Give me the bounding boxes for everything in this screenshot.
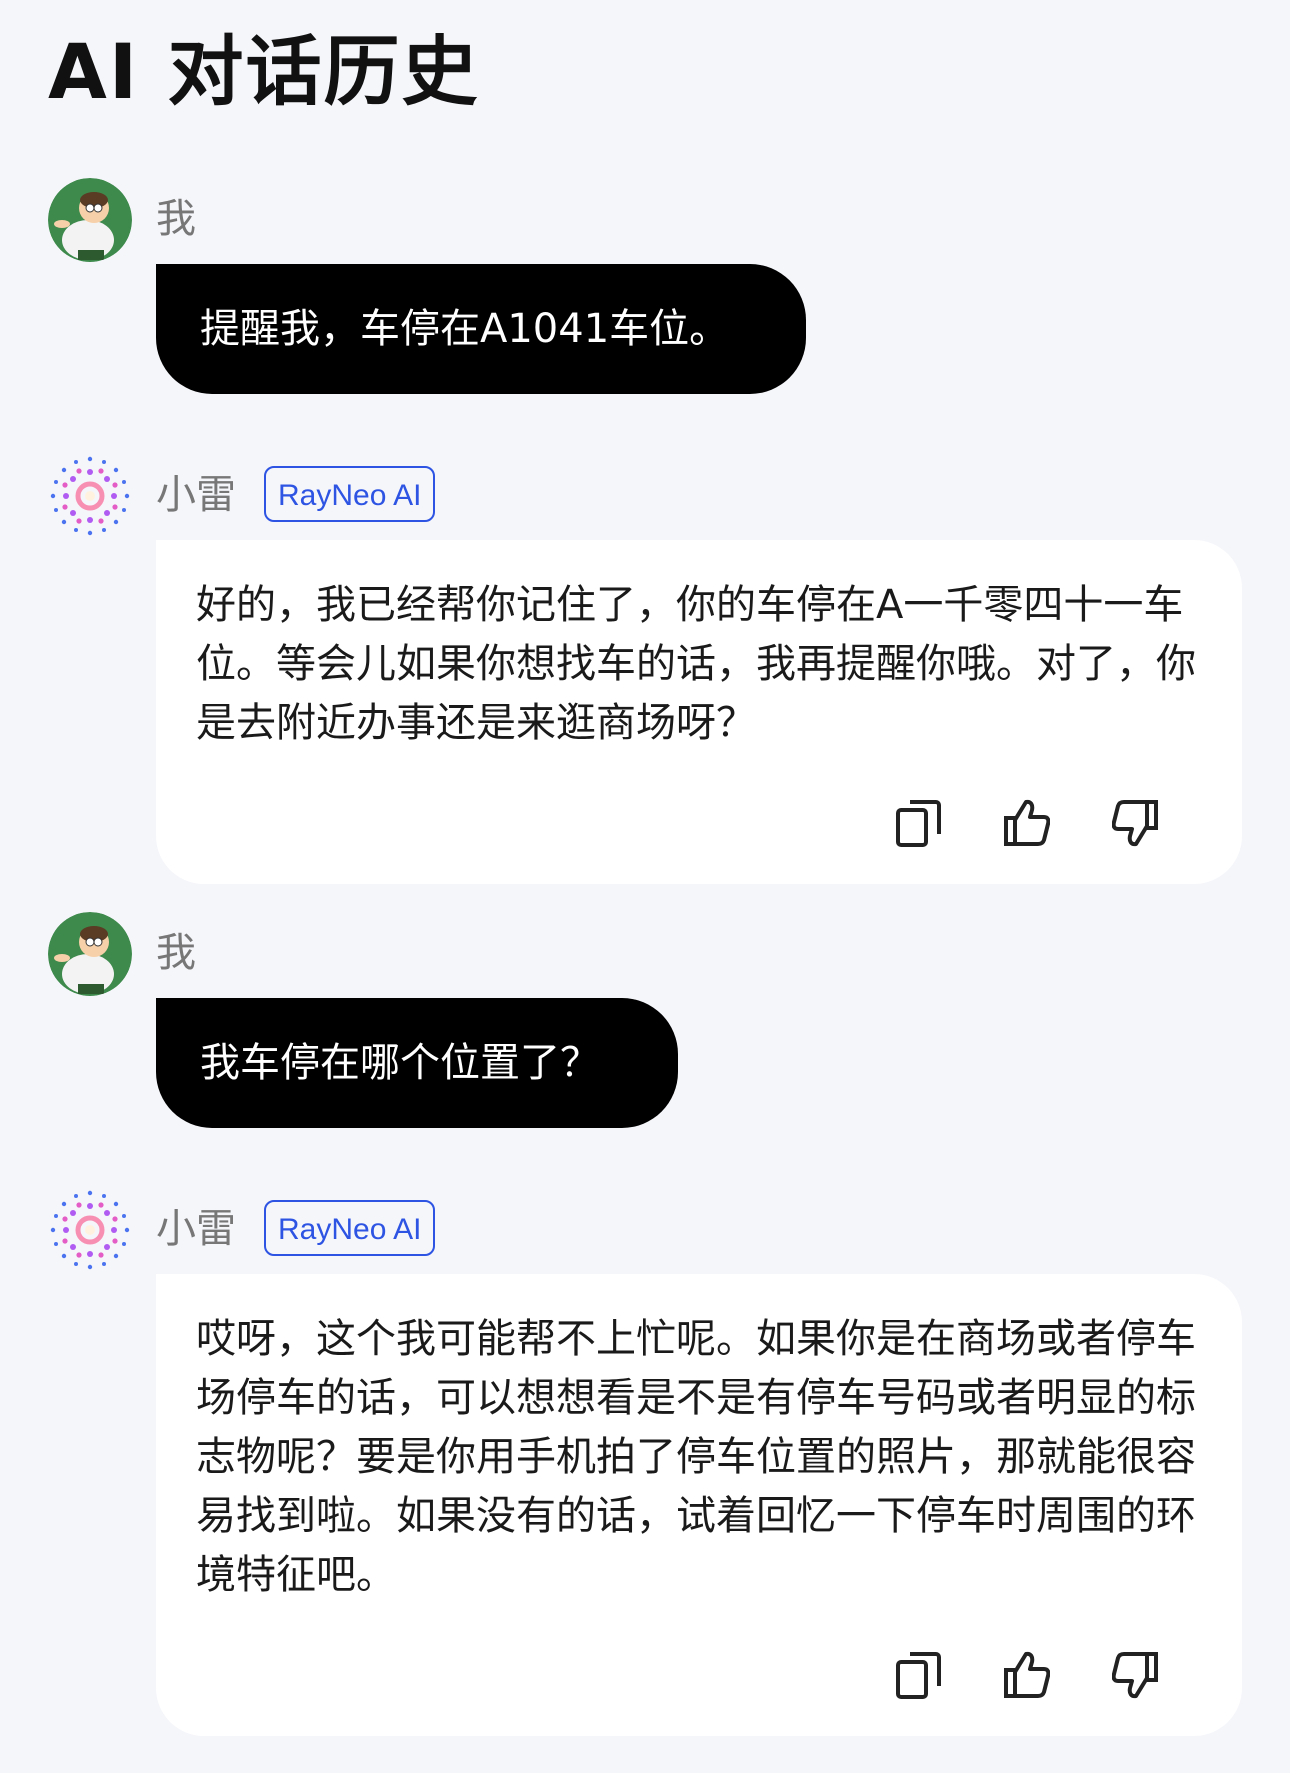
thumbs-down-icon	[1112, 800, 1158, 847]
user-bubble[interactable]: 提醒我，车停在A1041车位。	[156, 264, 806, 394]
copy-button[interactable]	[896, 1650, 942, 1700]
assistant-avatar	[48, 454, 132, 538]
user-avatar[interactable]	[48, 178, 132, 262]
user-message: 我 我车停在哪个位置了？	[48, 912, 1242, 1128]
sender-name: 我	[156, 930, 196, 976]
thumbs-up-icon	[1004, 799, 1050, 846]
message-actions	[896, 1650, 1158, 1700]
like-button[interactable]	[1004, 1650, 1050, 1700]
message-header: 我	[48, 912, 1242, 996]
copy-icon	[896, 800, 941, 847]
message-header: 我	[48, 178, 1242, 262]
message-header: 小雷 RayNeo AI	[48, 1188, 1242, 1272]
message-text: 哎呀，这个我可能帮不上忙呢。如果你是在商场或者停车场停车的话，可以想想看是不是有…	[196, 1316, 1196, 1598]
message-actions	[896, 798, 1158, 848]
message-text: 好的，我已经帮你记住了，你的车停在A一千零四十一车位。等会儿如果你想找车的话，我…	[196, 582, 1196, 746]
user-avatar[interactable]	[48, 912, 132, 996]
dislike-button[interactable]	[1112, 798, 1158, 848]
dislike-button[interactable]	[1112, 1650, 1158, 1700]
sender-name: 小雷	[156, 472, 236, 518]
assistant-message: 小雷 RayNeo AI 哎呀，这个我可能帮不上忙呢。如果你是在商场或者停车场停…	[48, 1188, 1242, 1736]
sender-name: 小雷	[156, 1206, 236, 1252]
message-header: 小雷 RayNeo AI	[48, 454, 1242, 538]
message-text: 提醒我，车停在A1041车位。	[200, 306, 730, 352]
assistant-bubble: 哎呀，这个我可能帮不上忙呢。如果你是在商场或者停车场停车的话，可以想想看是不是有…	[156, 1274, 1242, 1736]
copy-button[interactable]	[896, 798, 942, 848]
copy-icon	[896, 1652, 941, 1699]
assistant-message: 小雷 RayNeo AI 好的，我已经帮你记住了，你的车停在A一千零四十一车位。…	[48, 454, 1242, 884]
thumbs-down-icon	[1112, 1652, 1158, 1699]
ai-badge: RayNeo AI	[264, 1200, 436, 1256]
sender-name: 我	[156, 196, 196, 242]
user-message: 我 提醒我，车停在A1041车位。	[48, 178, 1242, 394]
assistant-avatar	[48, 1188, 132, 1272]
like-button[interactable]	[1004, 798, 1050, 848]
thumbs-up-icon	[1004, 1651, 1050, 1698]
message-text: 我车停在哪个位置了？	[200, 1040, 600, 1086]
page-title: AI 对话历史	[48, 27, 480, 116]
ai-badge: RayNeo AI	[264, 466, 436, 522]
assistant-bubble: 好的，我已经帮你记住了，你的车停在A一千零四十一车位。等会儿如果你想找车的话，我…	[156, 540, 1242, 884]
user-bubble[interactable]: 我车停在哪个位置了？	[156, 998, 678, 1128]
